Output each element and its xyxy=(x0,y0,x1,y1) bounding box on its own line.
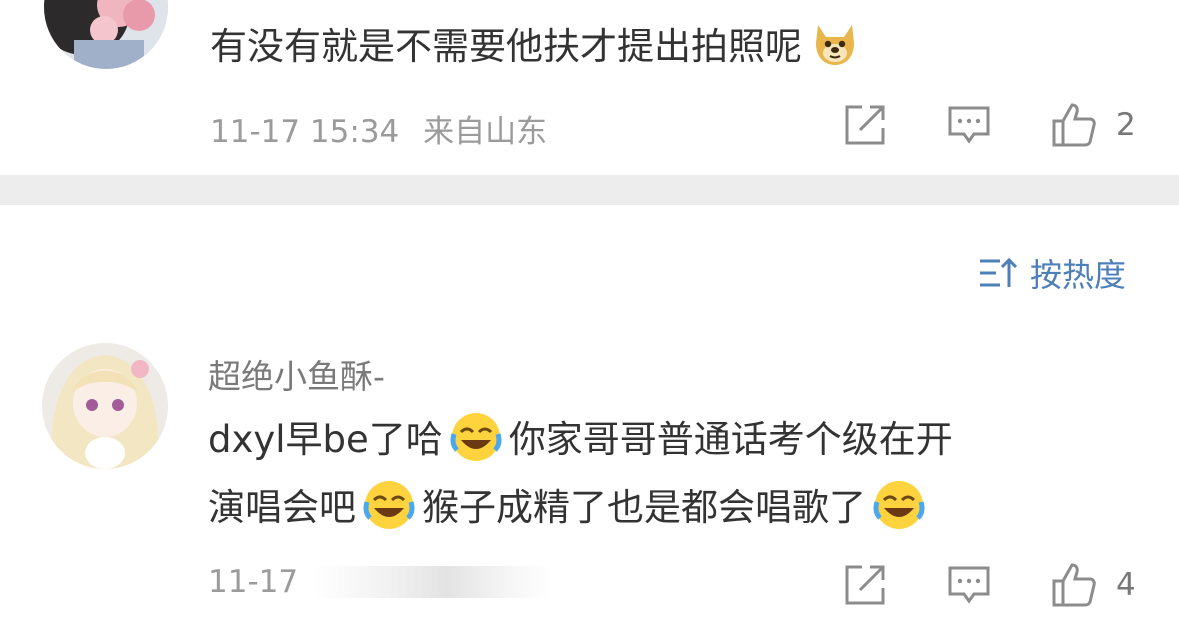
comment-button[interactable] xyxy=(946,102,992,148)
like-button[interactable]: 2 xyxy=(1050,100,1136,150)
avatar-image xyxy=(42,343,168,469)
laugh-cry-icon xyxy=(449,410,503,464)
comment-icon xyxy=(948,106,990,144)
like-count: 4 xyxy=(1116,567,1136,603)
comment-text: dxyl早be了哈 你家哥哥普通话考个级在开 xyxy=(208,405,953,475)
sort-icon xyxy=(980,257,1018,287)
like-button[interactable]: 4 xyxy=(1050,560,1136,610)
avatar[interactable] xyxy=(42,343,168,469)
comment-icon xyxy=(948,566,990,604)
thumbs-up-icon xyxy=(1052,563,1096,607)
laugh-cry-icon xyxy=(362,478,416,532)
timestamp: 11-17 xyxy=(208,564,299,600)
timestamp: 11-17 15:34 xyxy=(210,114,400,150)
share-icon xyxy=(845,565,885,605)
sort-label: 按热度 xyxy=(1030,256,1127,294)
share-icon xyxy=(845,105,885,145)
like-count: 2 xyxy=(1116,107,1136,143)
comment-meta: 11-17 15:34 来自山东 xyxy=(210,106,547,151)
share-button[interactable] xyxy=(842,102,888,148)
doge-icon xyxy=(808,17,862,71)
comment-meta: 11-17 xyxy=(208,564,555,600)
redacted-text xyxy=(314,566,555,598)
thumbs-up-icon xyxy=(1052,103,1096,147)
laugh-cry-icon xyxy=(872,478,926,532)
location: 来自山东 xyxy=(423,114,548,150)
avatar[interactable] xyxy=(44,0,168,69)
comment-text: 有没有就是不需要他扶才提出拍照呢 xyxy=(210,12,868,82)
comment-text-line-2: 演唱会吧 猴子成精了也是都会唱歌了 xyxy=(208,473,932,543)
section-divider xyxy=(0,175,1179,205)
comment-button[interactable] xyxy=(946,562,992,608)
share-button[interactable] xyxy=(842,562,888,608)
username[interactable]: 超绝小鱼酥- xyxy=(208,350,385,398)
sort-toggle[interactable]: 按热度 xyxy=(978,250,1126,296)
avatar-image xyxy=(44,0,168,69)
